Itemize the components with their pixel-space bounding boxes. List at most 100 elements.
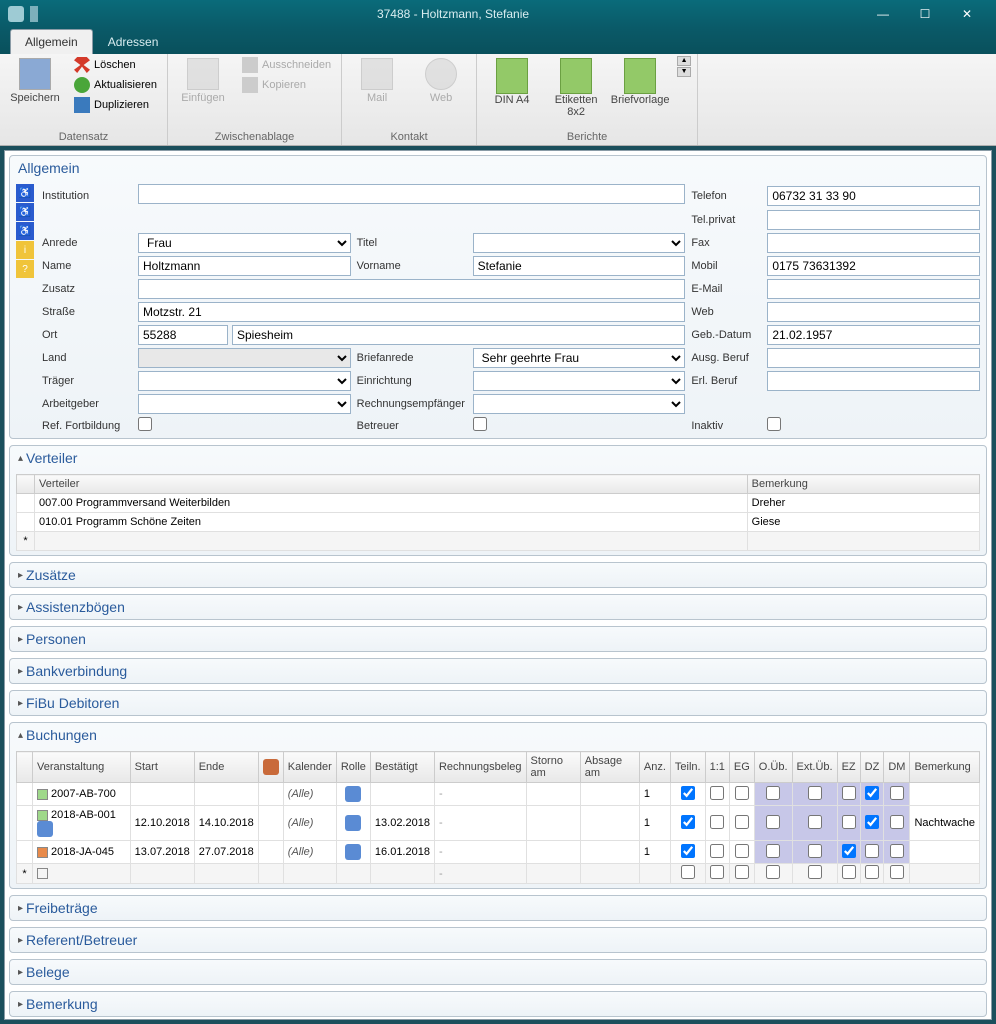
panel-buchungen-header[interactable]: ▴Buchungen: [10, 723, 986, 747]
maximize-button[interactable]: ☐: [904, 0, 946, 28]
cut-icon: [242, 57, 258, 73]
ort-field[interactable]: [232, 325, 685, 345]
sidebar-icon-1[interactable]: ♿: [16, 184, 34, 202]
table-row[interactable]: 2018-JA-04513.07.201827.07.2018(Alle)16.…: [17, 841, 980, 864]
plz-field[interactable]: [138, 325, 228, 345]
ribbon: Speichern Löschen Aktualisieren Duplizie…: [0, 54, 996, 146]
sidebar-icon-5[interactable]: ?: [16, 260, 34, 278]
labels-icon: [560, 58, 592, 94]
web-button: Web: [412, 56, 470, 106]
email-field[interactable]: [767, 279, 980, 299]
panel-bankverbindung: ▸Bankverbindung: [9, 658, 987, 684]
tab-allgemein[interactable]: Allgemein: [10, 29, 93, 54]
panel-zusaetze-header[interactable]: ▸Zusätze: [10, 563, 986, 587]
app-icon: [8, 6, 24, 22]
verteiler-table[interactable]: VerteilerBemerkung 007.00 Programmversan…: [16, 474, 980, 551]
table-row[interactable]: 2018-AB-001 12.10.201814.10.2018(Alle)13…: [17, 806, 980, 841]
briefanrede-field[interactable]: Sehr geehrte Frau: [473, 348, 686, 368]
betreuer-checkbox[interactable]: [473, 417, 487, 431]
panel-verteiler: ▴Verteiler VerteilerBemerkung 007.00 Pro…: [9, 445, 987, 556]
delete-icon: [74, 57, 90, 73]
mail-icon: [361, 58, 393, 90]
role-icon: [345, 815, 361, 831]
telefon-field[interactable]: [767, 186, 980, 206]
panel-referent-header[interactable]: ▸Referent/Betreuer: [10, 928, 986, 952]
refresh-icon: [74, 77, 90, 93]
panel-assistenzboegen: ▸Assistenzbögen: [9, 594, 987, 620]
traeger-field[interactable]: [138, 371, 351, 391]
titel-field[interactable]: [473, 233, 686, 253]
refresh-button[interactable]: Aktualisieren: [70, 76, 161, 94]
panel-belege-header[interactable]: ▸Belege: [10, 960, 986, 984]
label-vorname: Vorname: [357, 260, 467, 272]
land-field[interactable]: [138, 348, 351, 368]
arbeitgeber-field[interactable]: [138, 394, 351, 414]
strasse-field[interactable]: [138, 302, 685, 322]
panel-allgemein-header[interactable]: Allgemein: [10, 156, 986, 180]
einrichtung-field[interactable]: [473, 371, 686, 391]
close-button[interactable]: ✕: [946, 0, 988, 28]
window-title: 37488 - Holtzmann, Stefanie: [44, 7, 862, 21]
anrede-field[interactable]: Frau: [138, 233, 351, 253]
duplicate-icon: [74, 97, 90, 113]
label-email: E-Mail: [691, 283, 761, 295]
label-institution: Institution: [42, 190, 132, 202]
tab-adressen[interactable]: Adressen: [93, 29, 174, 54]
new-row: *: [17, 532, 980, 551]
delete-button[interactable]: Löschen: [70, 56, 161, 74]
label-traeger: Träger: [42, 375, 132, 387]
minimize-button[interactable]: —: [862, 0, 904, 28]
reffortbildung-checkbox[interactable]: [138, 417, 152, 431]
label-zusatz: Zusatz: [42, 283, 132, 295]
content-scroll[interactable]: Allgemein ♿ ♿ ♿ i ? Institution Telefon: [4, 150, 992, 1020]
ribbon-tabs: Allgemein Adressen: [0, 28, 996, 54]
role-icon: [345, 844, 361, 860]
duplicate-button[interactable]: Duplizieren: [70, 96, 161, 114]
name-field[interactable]: [138, 256, 351, 276]
mobil-field[interactable]: [767, 256, 980, 276]
save-button[interactable]: Speichern: [6, 56, 64, 106]
buchungen-table[interactable]: Veranstaltung Start Ende Kalender Rolle …: [16, 751, 980, 884]
telprivat-field[interactable]: [767, 210, 980, 230]
label-anrede: Anrede: [42, 237, 132, 249]
table-row: 010.01 Programm Schöne ZeitenGiese: [17, 513, 980, 532]
label-briefanrede: Briefanrede: [357, 352, 467, 364]
institution-field[interactable]: [138, 184, 685, 204]
inaktiv-checkbox[interactable]: [767, 417, 781, 431]
group-zwischenablage: Zwischenablage: [174, 130, 335, 145]
panel-fibu-header[interactable]: ▸FiBu Debitoren: [10, 691, 986, 715]
panel-assistenz-header[interactable]: ▸Assistenzbögen: [10, 595, 986, 619]
gebdatum-field[interactable]: [767, 325, 980, 345]
ausgberuf-field[interactable]: [767, 348, 980, 368]
rechnungsempf-field[interactable]: [473, 394, 686, 414]
panel-personen-header[interactable]: ▸Personen: [10, 627, 986, 651]
sidebar-icon-2[interactable]: ♿: [16, 203, 34, 221]
vorname-field[interactable]: [473, 256, 686, 276]
label-einrichtung: Einrichtung: [357, 375, 467, 387]
label-arbeitgeber: Arbeitgeber: [42, 398, 132, 410]
etiketten-button[interactable]: Etiketten 8x2: [547, 56, 605, 120]
briefvorlage-button[interactable]: Briefvorlage: [611, 56, 669, 108]
report-spinner[interactable]: ▲▼: [677, 56, 691, 77]
zusatz-field[interactable]: [138, 279, 685, 299]
table-row[interactable]: 2007-AB-700(Alle)-1: [17, 783, 980, 806]
erlberuf-field[interactable]: [767, 371, 980, 391]
sidebar-icon-3[interactable]: ♿: [16, 222, 34, 240]
panel-bank-header[interactable]: ▸Bankverbindung: [10, 659, 986, 683]
sidebar-icon-4[interactable]: i: [16, 241, 34, 259]
label-mobil: Mobil: [691, 260, 761, 272]
panel-zusaetze: ▸Zusätze: [9, 562, 987, 588]
panel-verteiler-header[interactable]: ▴Verteiler: [10, 446, 986, 470]
web-field[interactable]: [767, 302, 980, 322]
label-erlberuf: Erl. Beruf: [691, 375, 761, 387]
dina4-button[interactable]: DIN A4: [483, 56, 541, 108]
label-gebdatum: Geb.-Datum: [691, 329, 761, 341]
fax-field[interactable]: [767, 233, 980, 253]
quick-access[interactable]: [30, 6, 38, 22]
status-icon: [37, 821, 53, 837]
panel-bemerkung-header[interactable]: ▸Bemerkung: [10, 992, 986, 1016]
page-icon: [496, 58, 528, 94]
mail-button: Mail: [348, 56, 406, 106]
panel-freibetraege-header[interactable]: ▸Freibeträge: [10, 896, 986, 920]
label-inaktiv: Inaktiv: [691, 420, 761, 432]
